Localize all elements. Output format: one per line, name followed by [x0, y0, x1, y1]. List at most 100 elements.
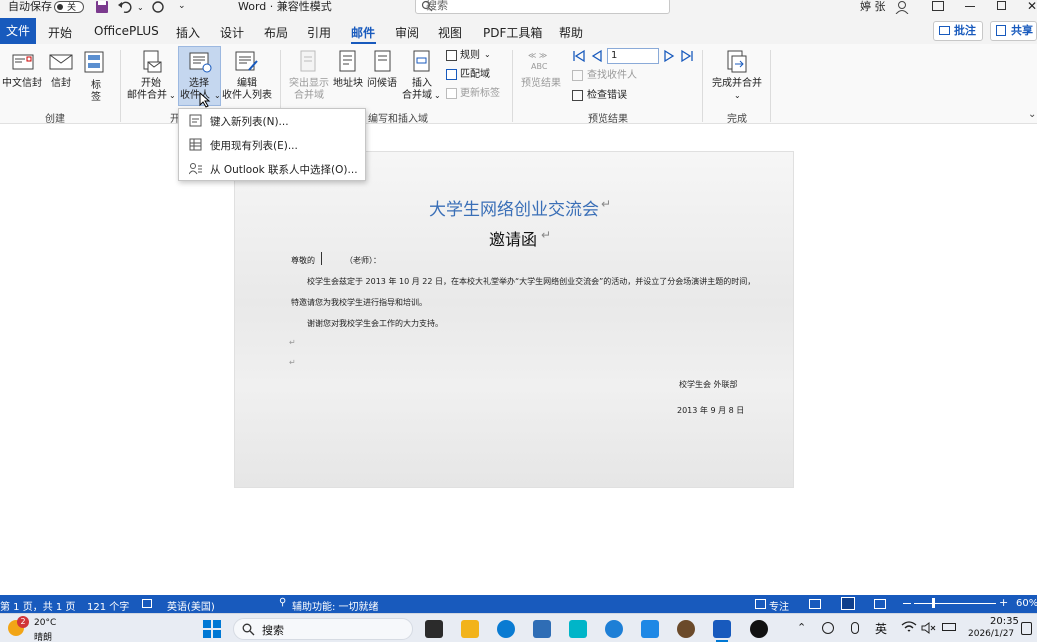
app-icon[interactable] [569, 620, 587, 638]
label-icon [84, 51, 104, 73]
ime-indicator[interactable]: 英 [875, 620, 887, 637]
wifi-icon[interactable] [901, 620, 917, 634]
redo-icon[interactable] [150, 0, 166, 14]
prev-record-icon[interactable] [590, 49, 604, 63]
group-divider [702, 50, 703, 122]
tab-review[interactable]: 审阅 [395, 24, 419, 41]
address-block-button[interactable]: 地址块 [332, 48, 366, 92]
tab-file[interactable]: 文件 [0, 18, 36, 44]
first-record-icon[interactable] [572, 49, 586, 63]
tab-layout[interactable]: 布局 [264, 24, 288, 41]
avatar[interactable] [894, 0, 910, 14]
labels-button[interactable]: 标 签 [82, 50, 108, 103]
browser-icon[interactable] [605, 620, 623, 638]
menu-item-use-existing-list[interactable]: 使用现有列表(E)... [179, 133, 365, 156]
search-input[interactable]: 搜索 [415, 0, 670, 14]
tab-view[interactable]: 视图 [438, 24, 462, 41]
update-labels-button[interactable]: 更新标签 [446, 87, 506, 101]
greeting-line-button[interactable]: 问候语 [366, 48, 400, 92]
taskbar-search[interactable]: 搜索 [233, 618, 413, 640]
autosave-toggle[interactable]: 关 [54, 1, 84, 13]
clock-date[interactable]: 2026/1/27 [968, 629, 1014, 639]
chinese-envelope-button[interactable]: 中文信封 [2, 50, 43, 90]
print-layout-icon[interactable] [841, 597, 855, 610]
word-count[interactable]: 121 个字 [87, 598, 129, 613]
check-errors-button[interactable]: 检查错误 [572, 89, 652, 103]
task-view-icon[interactable] [425, 620, 443, 638]
windows-start-icon[interactable] [203, 620, 221, 638]
envelope-button[interactable]: 信封 [48, 50, 74, 90]
customize-toolbar-icon[interactable]: ⌄ [178, 1, 186, 11]
accessibility-status[interactable]: 辅助功能: 一切就绪 [292, 598, 379, 613]
collapse-ribbon-icon[interactable]: ⌄ [1028, 109, 1036, 120]
tab-mailings[interactable]: 邮件 [351, 24, 375, 41]
tab-pdf-toolbox[interactable]: PDF工具箱 [483, 24, 542, 41]
app-icon[interactable] [677, 620, 695, 638]
chevron-down-icon[interactable]: ⌄ [137, 3, 144, 12]
highlight-merge-fields-button[interactable]: 突出显示 合并域 [287, 48, 331, 104]
preview-results-button[interactable]: ≪ ≫ ABC 预览结果 [518, 48, 564, 92]
menu-item-outlook-contacts[interactable]: 从 Outlook 联系人中选择(O)... [179, 157, 365, 180]
zoom-slider[interactable] [914, 598, 996, 608]
minimize-icon[interactable] [965, 6, 975, 7]
tab-design[interactable]: 设计 [220, 24, 244, 41]
zoom-out-icon[interactable] [903, 603, 911, 604]
insert-merge-field-button[interactable]: 插入 合并域 ⌄ [400, 48, 444, 104]
rules-button[interactable]: 规则 ⌄ [446, 49, 498, 63]
tab-officeplus[interactable]: OfficePLUS [94, 24, 159, 38]
store-icon[interactable] [533, 620, 551, 638]
close-icon[interactable]: ✕ [1027, 0, 1037, 13]
zoom-slider-thumb[interactable] [932, 598, 935, 608]
user-name[interactable]: 婷 张 [860, 0, 886, 14]
tab-help[interactable]: 帮助 [559, 24, 583, 41]
undo-icon[interactable] [117, 0, 135, 14]
chevron-up-icon[interactable]: ⌃ [797, 621, 806, 634]
select-recipients-menu: 键入新列表(N)... 使用现有列表(E)... 从 Outlook 联系人中选… [178, 108, 366, 181]
save-icon[interactable] [95, 0, 109, 14]
next-record-icon[interactable] [662, 49, 676, 63]
last-record-icon[interactable] [680, 49, 694, 63]
comments-button[interactable]: 批注 [933, 21, 983, 41]
new-list-icon [189, 114, 202, 127]
word-icon[interactable] [713, 620, 731, 638]
highlight-fields-icon [300, 50, 316, 72]
edit-list-line2: 收件人列表 [222, 90, 272, 101]
qq-icon[interactable] [750, 620, 768, 638]
contacts-icon [189, 163, 202, 175]
page-info[interactable]: 第 1 页，共 1 页 [0, 598, 75, 613]
match-fields-button[interactable]: 匹配域 [446, 68, 498, 82]
finish-merge-button[interactable]: 完成并合并 ⌄ [708, 48, 766, 104]
find-recipient-button[interactable]: 查找收件人 [572, 69, 652, 83]
document-page[interactable]: 大学生网络创业交流会 ↵ 邀请函 ↵ 尊敬的 （老师）： 校学生会兹定于 201… [234, 151, 794, 488]
share-button[interactable]: 共享 [990, 21, 1037, 41]
start-mail-merge-button[interactable]: 开始 邮件合并 ⌄ [125, 48, 177, 104]
ribbon-display-icon[interactable] [932, 1, 944, 11]
battery-icon[interactable] [942, 623, 956, 631]
web-layout-icon[interactable] [874, 599, 886, 609]
tab-home[interactable]: 开始 [48, 24, 72, 41]
clock-time[interactable]: 20:35 [990, 616, 1019, 627]
tab-references[interactable]: 引用 [307, 24, 331, 41]
tray-icon[interactable] [851, 622, 859, 634]
zoom-in-icon[interactable]: + [999, 596, 1008, 609]
proofing-icon[interactable] [142, 599, 152, 608]
edit-recipient-list-button[interactable]: 编辑 收件人列表 [222, 48, 274, 104]
notification-icon[interactable] [1021, 622, 1032, 635]
tab-insert[interactable]: 插入 [176, 24, 200, 41]
app-icon[interactable] [641, 620, 659, 638]
file-explorer-icon[interactable] [461, 620, 479, 638]
edge-icon[interactable] [497, 620, 515, 638]
volume-icon[interactable] [921, 621, 937, 635]
weather-widget[interactable]: 2 20°C 晴朗 [8, 616, 78, 643]
menu-item-type-new-list[interactable]: 键入新列表(N)... [179, 109, 365, 132]
language[interactable]: 英语(美国) [167, 598, 215, 613]
update-labels-icon [446, 88, 457, 99]
mail-merge-icon [143, 50, 162, 73]
focus-mode[interactable]: 专注 [769, 598, 789, 613]
chinese-envelope-icon [12, 54, 34, 70]
record-number-input[interactable]: 1 [607, 48, 659, 64]
read-mode-icon[interactable] [809, 599, 821, 609]
zoom-level[interactable]: 60% [1016, 598, 1037, 609]
tray-icon[interactable] [822, 622, 834, 634]
restore-icon[interactable] [997, 1, 1006, 10]
